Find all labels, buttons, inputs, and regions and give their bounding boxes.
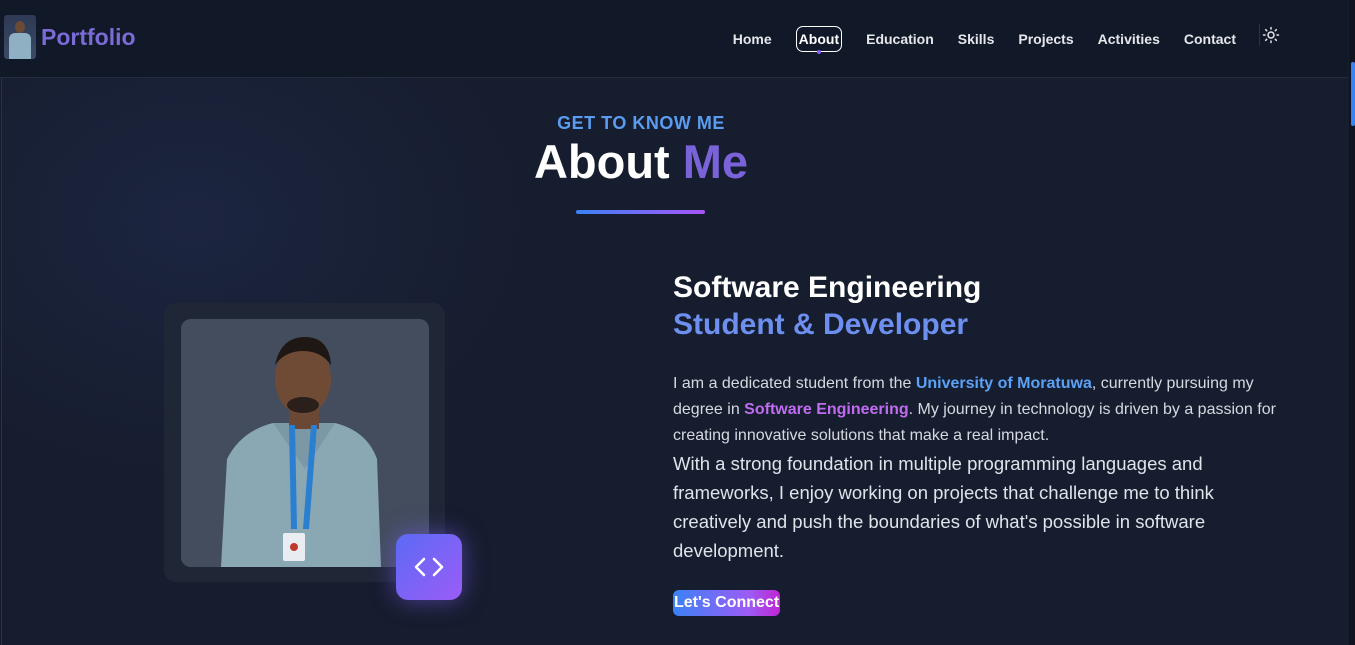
section-eyebrow: GET TO KNOW ME bbox=[557, 113, 725, 133]
nav-item-projects[interactable]: Projects bbox=[1018, 27, 1073, 51]
university-highlight: University of Moratuwa bbox=[915, 375, 1092, 392]
heading-underline bbox=[576, 210, 705, 214]
profile-photo-illustration bbox=[181, 319, 429, 567]
about-p1-text-a: I am a dedicated student from the bbox=[673, 375, 916, 392]
profile-photo bbox=[181, 319, 429, 567]
nav-item-home[interactable]: Home bbox=[733, 27, 772, 51]
code-brackets-badge bbox=[396, 534, 462, 600]
lets-connect-button[interactable]: Let's Connect bbox=[673, 590, 781, 616]
nav-item-education[interactable]: Education bbox=[866, 27, 934, 51]
section-heading: About Me bbox=[0, 134, 1282, 189]
theme-toggle-button[interactable] bbox=[1259, 24, 1281, 46]
sun-icon bbox=[1262, 26, 1279, 44]
about-title-line2: Student & Developer bbox=[673, 308, 969, 341]
brand[interactable]: Portfolio bbox=[4, 14, 136, 60]
degree-highlight: Software Engineering bbox=[744, 401, 909, 418]
navbar: Portfolio Home About Education Skills Pr… bbox=[0, 0, 1348, 78]
nav-item-contact[interactable]: Contact bbox=[1184, 27, 1236, 51]
heading-accent: Me bbox=[682, 135, 749, 188]
brand-name: Portfolio bbox=[41, 23, 136, 50]
about-paragraph-2: With a strong foundation in multiple pro… bbox=[673, 453, 1214, 561]
main-nav: Home About Education Skills Projects Act… bbox=[709, 26, 1236, 54]
nav-item-skills[interactable]: Skills bbox=[958, 27, 995, 51]
about-paragraph-1: I am a dedicated student from the Univer… bbox=[673, 371, 1283, 449]
heading-main: About bbox=[533, 135, 670, 188]
nav-item-activities[interactable]: Activities bbox=[1098, 27, 1160, 51]
nav-item-about[interactable]: About bbox=[795, 26, 843, 54]
code-brackets-icon bbox=[414, 557, 444, 577]
user-avatar-icon bbox=[4, 15, 36, 59]
about-title-line1: Software Engineering bbox=[673, 271, 982, 304]
scrollbar-thumb[interactable] bbox=[1351, 62, 1355, 126]
